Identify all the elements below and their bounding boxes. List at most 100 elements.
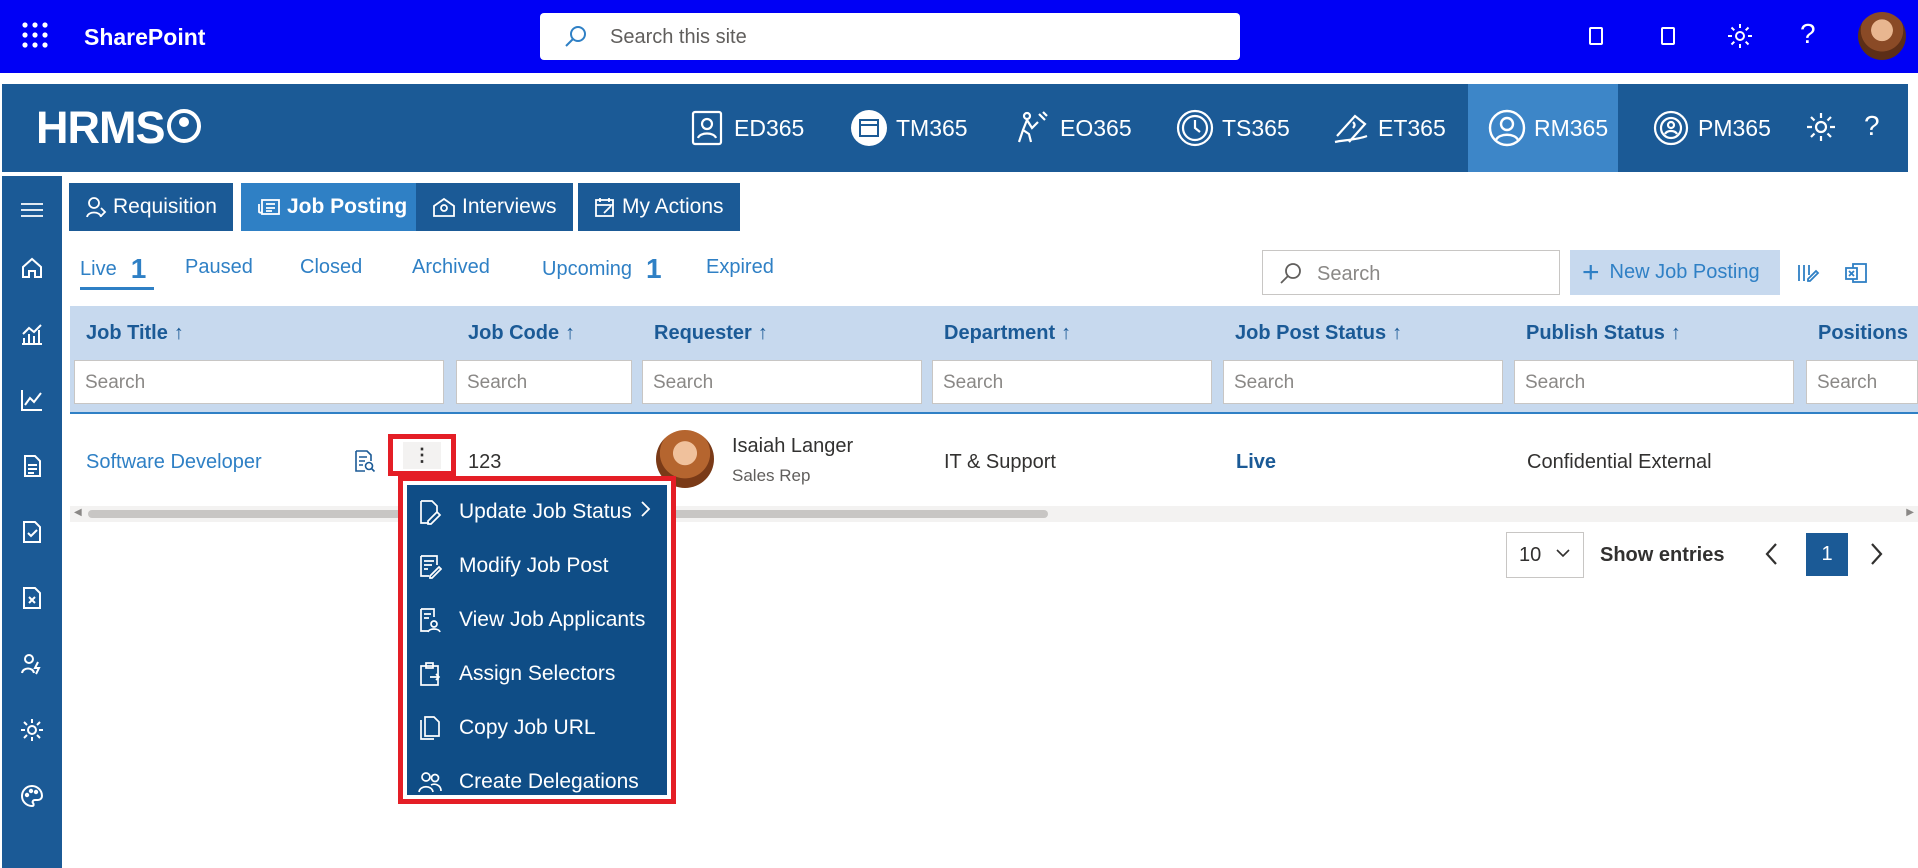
menu-item-copy-job-url[interactable]: Copy Job URL [407,701,667,755]
clock-icon [1174,107,1216,149]
document-cancel-icon[interactable] [20,586,44,610]
previous-page-icon[interactable] [1764,540,1780,568]
column-header-requester[interactable]: Requester ↑ [654,322,768,345]
tab-job-posting[interactable]: Job Posting [241,183,424,231]
subtab-closed[interactable]: Closed [300,256,362,279]
scroll-right-icon[interactable]: ▶ [1906,507,1914,518]
app-settings-icon[interactable] [1805,111,1837,143]
performance-icon [1650,107,1692,149]
subtab-archived[interactable]: Archived [412,256,490,279]
document-check-icon[interactable] [20,520,44,544]
user-avatar[interactable] [1858,12,1906,60]
menu-item-assign-selectors-label: Assign Selectors [459,662,616,685]
subtab-paused-label: Paused [185,256,253,278]
hrms-app-bar: HRMS ED365 TM365 EO365 TS365 ET365 RM365 [2,84,1908,172]
next-page-icon[interactable] [1868,540,1884,568]
analytics-icon[interactable] [20,322,44,346]
sort-up-icon: ↑ [1392,322,1403,344]
nav-rm365[interactable]: RM365 [1468,84,1618,172]
filter-placeholder: Search [653,372,714,393]
nav-tm365-label: TM365 [896,114,968,141]
filter-job-title-input[interactable]: Search [74,360,444,404]
page-size-select[interactable]: 10 [1506,532,1584,578]
user-lightning-icon[interactable] [20,652,44,676]
column-header-job-code[interactable]: Job Code ↑ [468,322,575,345]
column-edit-icon[interactable] [1796,261,1820,285]
nav-tm365[interactable]: TM365 [848,84,968,172]
search-icon [1279,262,1303,286]
filter-positions-input[interactable]: Search [1806,360,1918,404]
tab-requisition[interactable]: Requisition [69,183,233,231]
tab-my-actions[interactable]: My Actions [578,183,740,231]
copy-icon [415,715,445,741]
expense-icon [1330,107,1372,149]
subtab-paused[interactable]: Paused [185,256,253,279]
tab-interviews[interactable]: Interviews [416,183,573,231]
subtab-upcoming[interactable]: Upcoming 1 [542,253,662,285]
filter-publish-status-input[interactable]: Search [1514,360,1794,404]
show-entries-label: Show entries [1600,544,1725,566]
chevron-right-icon [639,499,651,519]
row-actions-highlight: ⋮ [388,434,456,476]
horizontal-scrollbar[interactable]: ◀ ▶ [70,506,1918,522]
nav-et365[interactable]: ET365 [1330,84,1446,172]
new-job-posting-button[interactable]: + New Job Posting [1570,250,1780,295]
hamburger-menu-icon[interactable] [20,198,44,222]
menu-item-update-job-status[interactable]: Update Job Status [407,485,667,539]
requester-role: Sales Rep [732,466,811,485]
table-search-placeholder: Search [1317,263,1381,285]
menu-item-create-delegations[interactable]: Create Delegations [407,755,667,809]
document-icon[interactable] [20,454,44,478]
help-icon[interactable]: ? [1800,18,1816,50]
filter-job-post-status-input[interactable]: Search [1223,360,1503,404]
column-header-job-title[interactable]: Job Title ↑ [86,322,184,345]
site-search-placeholder: Search this site [610,26,747,48]
column-header-positions[interactable]: Positions [1818,322,1908,345]
filter-placeholder: Search [1817,372,1878,393]
settings-icon[interactable] [1726,22,1754,50]
filter-placeholder: Search [1525,372,1586,393]
gear-icon[interactable] [20,718,44,742]
app-launcher-icon[interactable] [20,20,50,50]
subtab-expired[interactable]: Expired [706,256,774,279]
hrms-logo[interactable]: HRMS [36,102,201,154]
device-icon[interactable] [1588,22,1604,50]
active-subtab-indicator [80,287,154,290]
column-header-job-post-status[interactable]: Job Post Status ↑ [1235,322,1402,345]
job-details-icon[interactable] [354,449,376,473]
page-number-button[interactable]: 1 [1806,533,1848,576]
filter-requester-input[interactable]: Search [642,360,922,404]
excel-export-icon[interactable] [1844,261,1868,285]
menu-item-assign-selectors[interactable]: Assign Selectors [407,647,667,701]
nav-eo365[interactable]: EO365 [1012,84,1132,172]
publish-status-cell: Confidential External [1527,451,1712,473]
nav-ed365[interactable]: ED365 [686,84,804,172]
column-header-publish-status[interactable]: Publish Status ↑ [1526,322,1681,345]
context-menu-panel: Update Job Status Modify Job Post View J… [407,485,667,795]
home-icon[interactable] [20,256,44,280]
notebook-icon[interactable] [1660,22,1676,50]
column-header-department[interactable]: Department ↑ [944,322,1071,345]
filter-department-input[interactable]: Search [932,360,1212,404]
site-search-box[interactable]: Search this site [540,13,1240,60]
subtab-live[interactable]: Live 1 [80,253,146,285]
job-post-status-cell: Live [1236,451,1277,473]
menu-item-view-job-applicants[interactable]: View Job Applicants [407,593,667,647]
app-help-icon[interactable]: ? [1864,110,1880,142]
scroll-left-icon[interactable]: ◀ [74,507,82,518]
sharepoint-title[interactable]: SharePoint [84,24,205,51]
filter-job-code-input[interactable]: Search [456,360,632,404]
column-positions-label: Positions [1818,322,1909,344]
palette-icon[interactable] [20,784,44,808]
menu-item-modify-job-post[interactable]: Modify Job Post [407,539,667,593]
nav-pm365[interactable]: PM365 [1650,84,1771,172]
subtab-closed-label: Closed [300,256,363,278]
hrms-logo-mark [166,109,201,143]
job-code-cell: 123 [468,451,502,473]
subtab-upcoming-count: 1 [646,253,662,284]
nav-ts365[interactable]: TS365 [1174,84,1290,172]
job-title-link[interactable]: Software Developer [86,451,262,474]
line-chart-icon[interactable] [20,388,44,412]
more-actions-button[interactable]: ⋮ [403,442,441,469]
table-search-box[interactable]: Search [1262,250,1560,295]
